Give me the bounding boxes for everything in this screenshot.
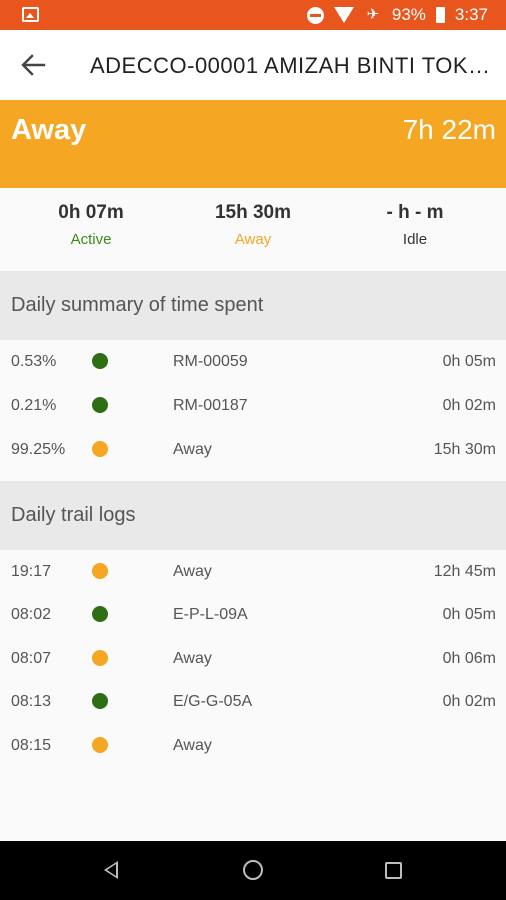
summary-heading: Daily summary of time spent	[0, 271, 506, 340]
status-dot-icon	[92, 606, 108, 622]
battery-icon	[435, 7, 445, 23]
summary-location: RM-00187	[173, 397, 248, 414]
clock: 3:37	[454, 5, 488, 24]
trail-row: 08:13 E/G-G-05A 0h 02m	[0, 680, 506, 724]
app-bar: ADECCO-00001 AMIZAH BINTI TOKIMIN	[0, 30, 506, 100]
image-icon	[22, 7, 39, 22]
status-dot-icon	[92, 650, 108, 666]
stat-away-label: Away	[234, 231, 272, 248]
stat-active: 0h 07m Active	[7, 202, 175, 248]
back-arrow-icon[interactable]	[18, 52, 48, 78]
trail-duration: 0h 06m	[442, 650, 496, 667]
stat-away-value: 15h 30m	[214, 202, 292, 223]
trail-location: Away	[173, 650, 212, 667]
trail-location: E/G-G-05A	[173, 693, 253, 710]
status-dot-icon	[92, 441, 108, 457]
trail-location: Away	[173, 737, 212, 754]
trail-heading-text: Daily trail logs	[11, 504, 136, 526]
trail-row: 08:15 Away	[0, 724, 506, 768]
trail-time: 08:07	[11, 650, 52, 667]
summary-row: 99.25% Away 15h 30m	[0, 428, 506, 472]
do-not-disturb-icon	[306, 6, 324, 24]
stat-active-value: 0h 07m	[58, 202, 124, 223]
nav-recents-icon[interactable]	[385, 862, 402, 879]
nav-home-icon[interactable]	[243, 860, 263, 880]
status-bar: ✈ 93% 3:37	[0, 0, 506, 30]
summary-row: 0.53% RM-00059 0h 05m	[0, 340, 506, 384]
stats-row: 0h 07m Active 15h 30m Away - h - m Idle	[0, 188, 506, 271]
trail-row: 19:17 Away 12h 45m	[0, 550, 506, 594]
wifi-icon	[333, 7, 354, 23]
page-title: ADECCO-00001 AMIZAH BINTI TOKIMIN	[90, 53, 496, 78]
summary-percent: 0.21%	[11, 397, 57, 414]
status-dot-icon	[92, 353, 108, 369]
nav-back-icon[interactable]	[104, 861, 118, 879]
trail-duration: 0h 02m	[442, 693, 496, 710]
summary-time: 0h 05m	[442, 353, 496, 370]
stat-active-label: Active	[70, 231, 112, 248]
current-status: Away	[11, 114, 87, 146]
trail-time: 08:02	[11, 606, 52, 623]
summary-percent: 0.53%	[11, 353, 57, 370]
trail-heading: Daily trail logs	[0, 481, 506, 550]
battery-percent: 93%	[391, 5, 426, 24]
system-nav-bar	[0, 841, 506, 900]
summary-location: RM-00059	[173, 353, 248, 370]
summary-heading-text: Daily summary of time spent	[11, 294, 264, 316]
stat-idle: - h - m Idle	[331, 202, 499, 248]
status-dot-icon	[92, 397, 108, 413]
trail-time: 08:15	[11, 737, 52, 754]
status-dot-icon	[92, 693, 108, 709]
airplane-icon: ✈	[366, 6, 380, 23]
summary-percent: 99.25%	[11, 441, 66, 458]
trail-duration: 0h 05m	[442, 606, 496, 623]
current-duration: 7h 22m	[402, 114, 496, 145]
current-status-banner: Away 7h 22m	[0, 100, 506, 188]
trail-time: 19:17	[11, 563, 52, 580]
status-dot-icon	[92, 737, 108, 753]
stat-away: 15h 30m Away	[169, 202, 337, 248]
summary-location: Away	[173, 441, 212, 458]
summary-row: 0.21% RM-00187 0h 02m	[0, 384, 506, 428]
trail-location: Away	[173, 563, 212, 580]
trail-time: 08:13	[11, 693, 52, 710]
status-dot-icon	[92, 563, 108, 579]
stat-idle-value: - h - m	[386, 202, 444, 223]
summary-time: 0h 02m	[442, 397, 496, 414]
summary-time: 15h 30m	[433, 441, 496, 458]
trail-row: 08:02 E-P-L-09A 0h 05m	[0, 593, 506, 637]
trail-duration: 12h 45m	[433, 563, 496, 580]
trail-row: 08:07 Away 0h 06m	[0, 637, 506, 681]
trail-location: E-P-L-09A	[173, 606, 248, 623]
stat-idle-label: Idle	[402, 231, 428, 248]
